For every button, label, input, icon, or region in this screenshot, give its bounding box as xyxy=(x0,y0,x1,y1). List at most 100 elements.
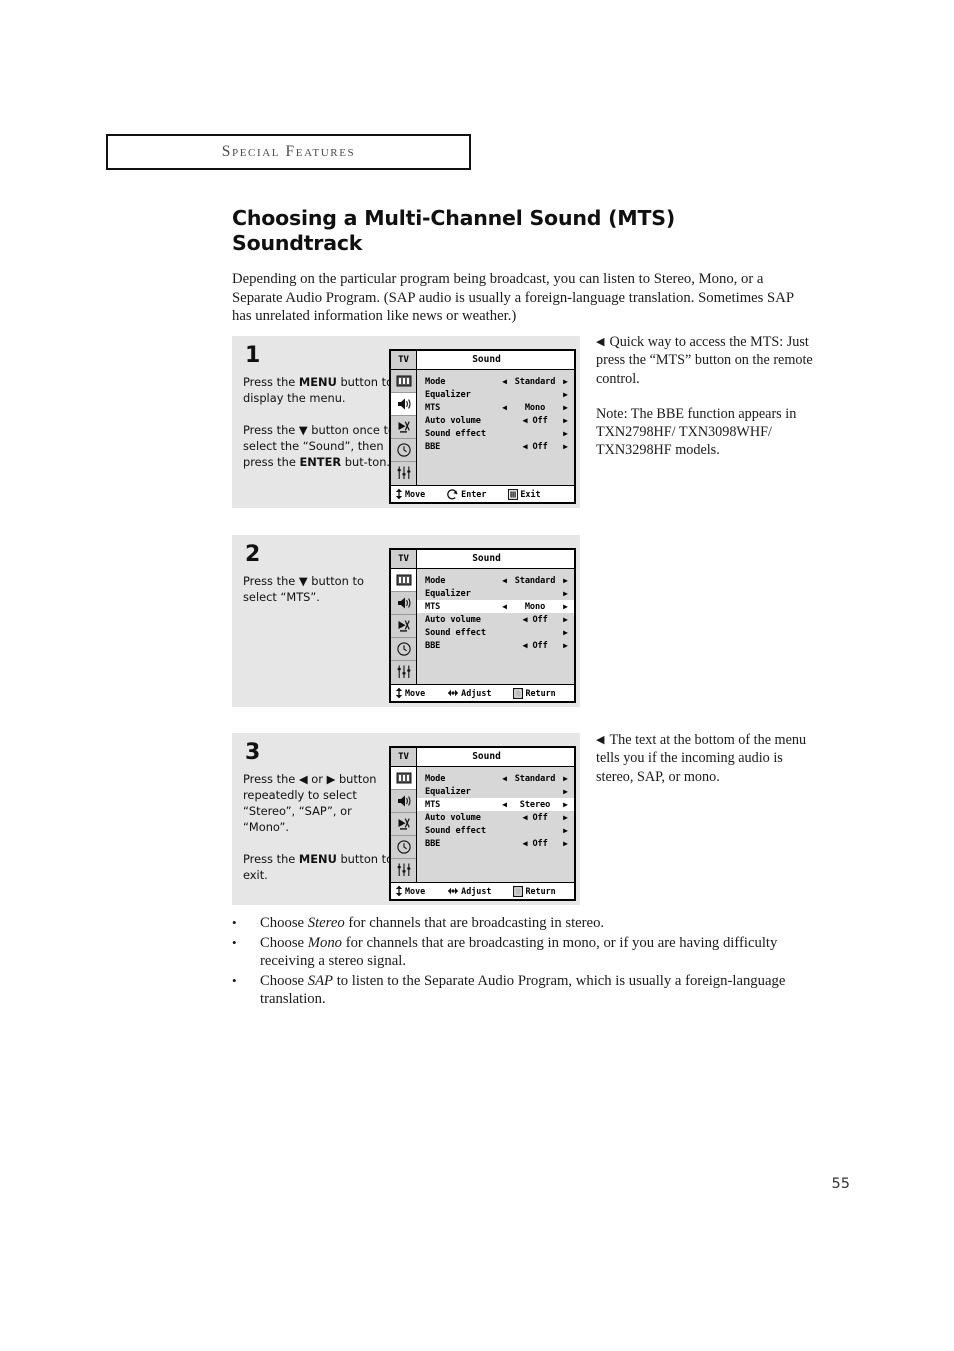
osd-row-auto-volume[interactable]: Auto volume ◀ Off ▶ xyxy=(417,414,574,427)
right-arrow-icon[interactable]: ▶ xyxy=(561,628,570,637)
osd-icon-picture[interactable] xyxy=(391,370,416,393)
right-arrow-icon[interactable]: ▶ xyxy=(561,390,570,399)
osd-row-bbe[interactable]: BBE ◀ Off ▶ xyxy=(417,837,574,850)
right-arrow-icon[interactable]: ▶ xyxy=(561,826,570,835)
osd-footer-adjust[interactable]: Adjust xyxy=(447,886,491,896)
osd-row-auto-volume[interactable]: Auto volume ◀ Off ▶ xyxy=(417,811,574,824)
osd-row-mode[interactable]: Mode ◀ Standard ▶ xyxy=(417,375,574,388)
picture-icon xyxy=(396,375,411,387)
step-3-para-1: Press the ◀ or ▶ button repeatedly to se… xyxy=(243,772,377,835)
equalizer-icon xyxy=(397,665,410,678)
osd-body: Mode ◀ Standard ▶ Equalizer ▶ MTS ◀ Mono ▶ Auto vo… xyxy=(391,370,574,485)
step-block-3: 3 Press the ◀ or ▶ button repeatedly to … xyxy=(232,733,580,905)
speaker-icon xyxy=(397,597,411,609)
step-3-para-2: Press the MENU button to exit. xyxy=(243,851,395,883)
osd-row-mode[interactable]: Mode ◀ Standard ▶ xyxy=(417,772,574,785)
left-triangle-icon: ◀ xyxy=(596,734,605,746)
left-arrow-icon[interactable]: ◀ xyxy=(500,602,509,611)
osd-icon-clock[interactable] xyxy=(391,836,416,859)
osd-row-mts[interactable]: MTS ◀ Mono ▶ xyxy=(417,401,574,414)
picture-icon xyxy=(396,574,411,586)
osd-tv-label: TV xyxy=(391,351,417,369)
right-arrow-icon[interactable]: ▶ xyxy=(561,576,570,585)
step-number: 1 xyxy=(245,343,261,368)
bullet-emphasis: Stereo xyxy=(307,915,345,931)
left-arrow-icon[interactable]: ◀ xyxy=(500,377,509,386)
osd-icon-equalizer[interactable] xyxy=(391,859,416,881)
right-arrow-icon[interactable]: ▶ xyxy=(561,377,570,386)
osd-row-bbe[interactable]: BBE ◀ Off ▶ xyxy=(417,440,574,453)
osd-row-value: ◀ Off xyxy=(522,812,548,823)
osd-icon-clock[interactable] xyxy=(391,638,416,661)
osd-footer-exit[interactable]: Exit xyxy=(508,488,541,500)
right-arrow-icon[interactable]: ▶ xyxy=(561,615,570,624)
right-arrow-icon[interactable]: ▶ xyxy=(561,813,570,822)
osd-row-mode[interactable]: Mode ◀ Standard ▶ xyxy=(417,574,574,587)
step-block-1: 1 Press the MENU button to display the m… xyxy=(232,336,580,508)
right-arrow-icon[interactable]: ▶ xyxy=(561,800,570,809)
osd-row-value: ◀ Off xyxy=(522,640,548,651)
osd-row-label: MTS xyxy=(425,601,441,612)
osd-icon-speaker[interactable] xyxy=(391,393,416,416)
step-3-text-a: Press the xyxy=(243,852,299,867)
osd-footer-move[interactable]: Move xyxy=(395,488,425,500)
osd-row-sound-effect[interactable]: Sound effect ▶ xyxy=(417,626,574,639)
osd-row-mts[interactable]: MTS ◀ Mono ▶ xyxy=(417,600,574,613)
osd-footer-move[interactable]: Move xyxy=(395,687,425,699)
right-arrow-icon[interactable]: ▶ xyxy=(561,774,570,783)
osd-row-label: Auto volume xyxy=(425,812,481,823)
osd-icon-picture[interactable] xyxy=(391,569,416,592)
osd-row-list: Mode ◀ Standard ▶ Equalizer ▶ MTS ◀ Mono ▶ Auto vo… xyxy=(417,569,574,684)
osd-icon-satellite-dish[interactable] xyxy=(391,416,416,439)
osd-icon-equalizer[interactable] xyxy=(391,661,416,683)
right-arrow-icon[interactable]: ▶ xyxy=(561,641,570,650)
satellite-dish-icon xyxy=(398,421,410,433)
satellite-dish-icon xyxy=(398,620,410,632)
osd-icon-picture[interactable] xyxy=(391,767,416,790)
osd-footer-enter[interactable]: Enter xyxy=(447,488,486,500)
osd-footer-label: Return xyxy=(525,688,556,698)
right-arrow-icon[interactable]: ▶ xyxy=(561,403,570,412)
step-1-para-2: Press the ▼ button once to select the “S… xyxy=(243,422,395,470)
right-arrow-icon[interactable]: ▶ xyxy=(561,442,570,451)
osd-row-value: ◀ Off xyxy=(522,415,548,426)
osd-footer-label: Adjust xyxy=(461,688,492,698)
right-arrow-icon[interactable]: ▶ xyxy=(561,839,570,848)
osd-footer-move[interactable]: Move xyxy=(395,885,425,897)
right-arrow-icon[interactable]: ▶ xyxy=(561,602,570,611)
running-head-label: Special Features xyxy=(221,143,356,160)
osd-footer-return[interactable]: Return xyxy=(513,687,556,699)
left-arrow-icon[interactable]: ◀ xyxy=(500,800,509,809)
osd-row-value: ◀ Off xyxy=(522,441,548,452)
osd-row-label: Mode xyxy=(425,376,446,387)
osd-row-sound-effect[interactable]: Sound effect ▶ xyxy=(417,427,574,440)
osd-footer-adjust[interactable]: Adjust xyxy=(447,688,491,698)
osd-icon-satellite-dish[interactable] xyxy=(391,813,416,836)
osd-row-auto-volume[interactable]: Auto volume ◀ Off ▶ xyxy=(417,613,574,626)
right-arrow-icon[interactable]: ▶ xyxy=(561,787,570,796)
osd-icon-clock[interactable] xyxy=(391,439,416,462)
left-arrow-icon[interactable]: ◀ xyxy=(500,403,509,412)
osd-row-label: Auto volume xyxy=(425,614,481,625)
right-arrow-icon[interactable]: ▶ xyxy=(561,589,570,598)
osd-icon-equalizer[interactable] xyxy=(391,462,416,484)
side-note-2-text: The text at the bottom of the menu tells… xyxy=(596,732,807,785)
osd-row-equalizer[interactable]: Equalizer ▶ xyxy=(417,587,574,600)
left-arrow-icon[interactable]: ◀ xyxy=(500,576,509,585)
right-arrow-icon[interactable]: ▶ xyxy=(561,429,570,438)
osd-icon-satellite-dish[interactable] xyxy=(391,615,416,638)
osd-icon-speaker[interactable] xyxy=(391,790,416,813)
osd-row-label: BBE xyxy=(425,838,441,849)
osd-row-equalizer[interactable]: Equalizer ▶ xyxy=(417,785,574,798)
osd-icon-speaker[interactable] xyxy=(391,592,416,615)
osd-row-mts[interactable]: MTS ◀ Stereo ▶ xyxy=(417,798,574,811)
osd-footer-label: Adjust xyxy=(461,886,492,896)
left-arrow-icon[interactable]: ◀ xyxy=(500,774,509,783)
step-instructions: Press the ▼ button to select “MTS”. xyxy=(243,573,395,605)
osd-row-equalizer[interactable]: Equalizer ▶ xyxy=(417,388,574,401)
right-arrow-icon[interactable]: ▶ xyxy=(561,416,570,425)
osd-row-bbe[interactable]: BBE ◀ Off ▶ xyxy=(417,639,574,652)
osd-row-sound-effect[interactable]: Sound effect ▶ xyxy=(417,824,574,837)
osd-row-label: MTS xyxy=(425,799,441,810)
osd-footer-return[interactable]: Return xyxy=(513,885,556,897)
